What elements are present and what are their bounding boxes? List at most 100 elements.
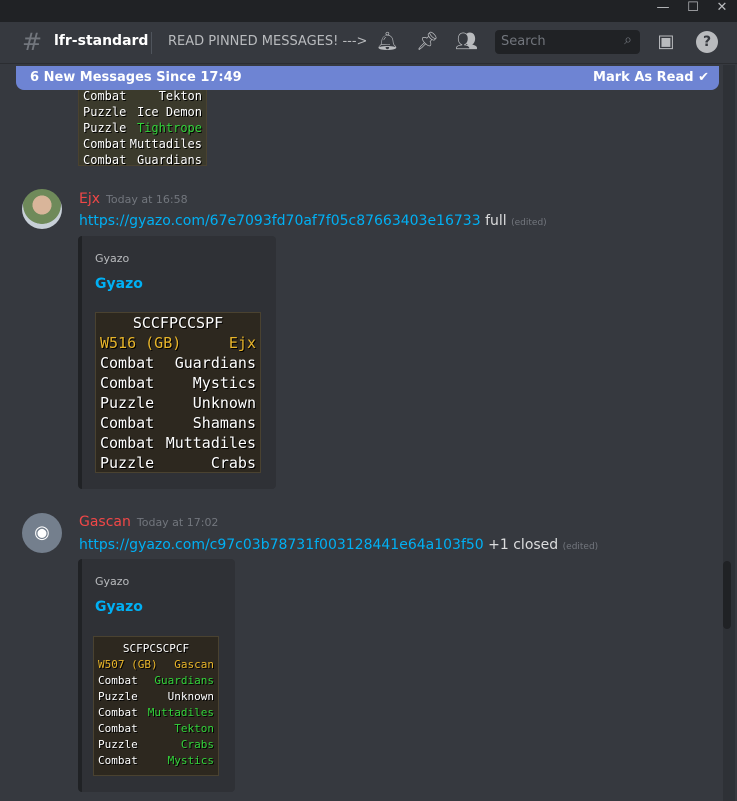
embed-provider: Gyazo [95, 575, 130, 588]
row-type: Combat [98, 706, 138, 719]
message-link[interactable]: https://gyazo.com/c97c03b78731f003128441… [79, 537, 484, 553]
image-title: SCFPCSCPCF [122, 642, 190, 655]
message-content: https://gyazo.com/67e7093fd70af7f05c8766… [79, 213, 547, 229]
row-room: Unknown [167, 690, 214, 703]
row-type: Combat [100, 354, 155, 372]
new-messages-banner[interactable]: 6 New Messages Since 17:49 Mark As Read … [16, 66, 719, 90]
close-button[interactable]: ✕ [707, 0, 737, 18]
embed-title[interactable]: Gyazo [95, 276, 143, 292]
image-row: Combat Mystics [96, 373, 260, 393]
row-type: Puzzle [98, 690, 138, 703]
image-row: Combat Muttadiles [96, 433, 260, 453]
image-row: Combat Guardians [94, 673, 218, 689]
row-type: Puzzle [83, 105, 127, 119]
link-embed: Gyazo Gyazo SCCFPCCSPF W516 (GB) Ejx Combat… [78, 236, 276, 489]
message-text: full [485, 213, 507, 229]
message-list: Combat Tekton Puzzle Ice Demon Puzzle Tightro… [0, 65, 722, 801]
row-room: Muttadiles [129, 137, 202, 151]
row-room: Muttadiles [147, 706, 214, 719]
row-type: Combat [83, 137, 127, 151]
row-type: Combat [83, 153, 127, 167]
embed-title[interactable]: Gyazo [95, 599, 143, 615]
mark-read-icon: ✔ [698, 70, 709, 85]
player: Gascan [174, 658, 214, 671]
message-link[interactable]: https://gyazo.com/67e7093fd70af7f05c8766… [79, 213, 481, 229]
title-bar: — ☐ ✕ [0, 0, 737, 22]
edited-label: (edited) [511, 218, 547, 228]
world: W516 (GB) [100, 334, 182, 352]
author-name[interactable]: Gascan [79, 514, 131, 530]
row-type: Combat [100, 414, 155, 432]
link-embed: Gyazo Gyazo SCFPCSCPCF W507 (GB) Gascan Com… [78, 559, 235, 792]
author-name[interactable]: Ejx [79, 191, 100, 207]
row-room: Tekton [158, 89, 202, 103]
image-row: Puzzle Unknown [96, 393, 260, 413]
new-messages-text: 6 New Messages Since 17:49 [30, 70, 242, 85]
image-title: SCCFPCCSPF [132, 314, 224, 332]
channel-name: lfr-standard [54, 33, 149, 49]
scrollbar-track[interactable] [723, 65, 735, 801]
image-row: Combat Mystics [94, 753, 218, 769]
row-room: Unknown [192, 394, 256, 412]
row-type: Combat [98, 674, 138, 687]
world-row: W507 (GB) Gascan [94, 657, 218, 673]
row-type: Puzzle [83, 121, 127, 135]
search-icon: ⌕ [624, 32, 632, 48]
avatar[interactable] [22, 189, 62, 229]
channel-topic[interactable]: READ PINNED MESSAGES! ---> [168, 34, 367, 49]
row-room: Tightrope [136, 121, 202, 135]
player: Ejx [228, 334, 256, 352]
edited-label: (edited) [562, 542, 599, 552]
search-input[interactable] [495, 30, 615, 53]
row-type: Puzzle [100, 454, 155, 472]
search-box[interactable]: ⌕ [495, 30, 640, 54]
row-type: Combat [83, 89, 127, 103]
channel-header: # lfr-standard READ PINNED MESSAGES! ---… [0, 22, 737, 64]
row-type: Combat [98, 754, 138, 767]
timestamp: Today at 17:02 [136, 516, 219, 529]
row-room: Mystics [167, 754, 214, 767]
row-type: Combat [100, 434, 155, 452]
bell-icon[interactable]: 🔔︎ [376, 31, 399, 53]
image-row: Puzzle Crabs [94, 737, 218, 753]
pin-icon[interactable]: 📌︎ [416, 31, 439, 53]
image-row: Puzzle Ice Demon [79, 104, 206, 120]
row-room: Tekton [174, 722, 214, 735]
mark-as-read-label: Mark As Read [593, 70, 694, 85]
image-row: Combat Tekton [79, 88, 206, 104]
mark-as-read-button[interactable]: Mark As Read ✔ [593, 70, 709, 85]
message-content: https://gyazo.com/c97c03b78731f003128441… [79, 537, 598, 553]
message-author[interactable]: Ejx Today at 16:58 [79, 191, 188, 207]
row-room: Crabs [180, 738, 214, 751]
row-room: Guardians [174, 354, 256, 372]
scrollbar-thumb[interactable] [723, 561, 731, 629]
hash-lock-icon: # [22, 28, 43, 56]
help-icon[interactable]: ? [696, 31, 718, 53]
minimize-button[interactable]: — [648, 0, 678, 18]
row-room: Mystics [192, 374, 256, 392]
inbox-icon[interactable]: ▣ [655, 31, 677, 53]
row-room: Guardians [136, 153, 202, 167]
world-row: W516 (GB) Ejx [96, 333, 260, 353]
row-room: Shamans [192, 414, 256, 432]
image-row: Combat Guardians [96, 353, 260, 373]
image-row: Combat Guardians [79, 152, 206, 168]
row-room: Crabs [210, 454, 256, 472]
discord-logo-avatar[interactable]: ◉ [22, 513, 62, 553]
row-room: Guardians [154, 674, 214, 687]
embed-image[interactable]: SCFPCSCPCF W507 (GB) Gascan Combat Guardians… [93, 636, 219, 776]
image-row: Combat Muttadiles [94, 705, 218, 721]
row-type: Puzzle [100, 394, 155, 412]
message-author[interactable]: Gascan Today at 17:02 [79, 514, 218, 530]
image-row: Combat Tekton [94, 721, 218, 737]
row-type: Combat [98, 722, 138, 735]
image-row: Combat Shamans [96, 413, 260, 433]
members-icon[interactable]: 👥︎ [455, 31, 478, 53]
image-row: Puzzle Tightrope [79, 120, 206, 136]
message-text: +1 closed [488, 537, 559, 553]
maximize-button[interactable]: ☐ [678, 0, 708, 18]
world: W507 (GB) [98, 658, 158, 671]
image-row: Puzzle Crabs [96, 453, 260, 473]
image-row: Combat Muttadiles [79, 136, 206, 152]
embed-image[interactable]: SCCFPCCSPF W516 (GB) Ejx Combat Guardians Com… [95, 312, 261, 473]
